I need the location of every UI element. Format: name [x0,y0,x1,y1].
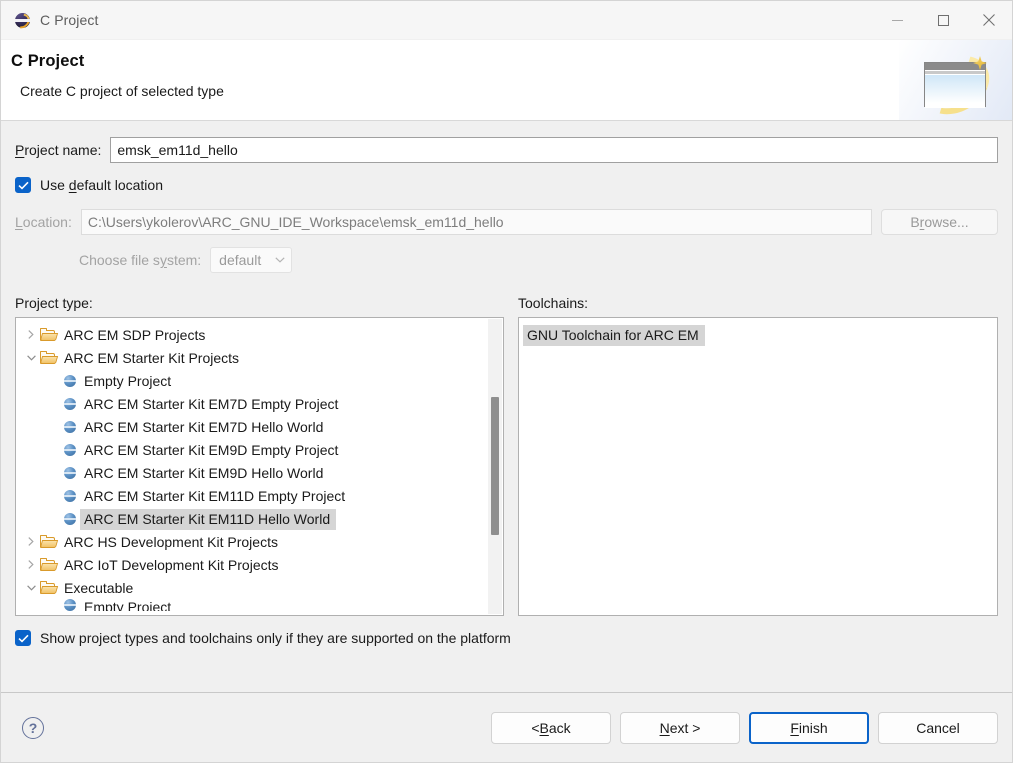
c-project-dialog: C Project C Project Create C project of … [0,0,1013,763]
file-system-dropdown[interactable]: default [210,247,292,273]
chevron-down-icon[interactable] [22,585,40,591]
project-dot-icon [64,444,76,456]
project-type-scrollbar[interactable] [488,319,502,614]
footer-buttons: < Back Next > Finish Cancel [491,712,998,744]
tree-row[interactable]: Executable [16,576,503,599]
tree-item-label: Empty Project [84,373,171,389]
toolchain-label-selected: GNU Toolchain for ARC EM [523,325,705,346]
location-label: Location: [15,214,72,230]
maximize-icon[interactable] [920,1,966,40]
project-dot-icon [64,467,76,479]
project-dot-icon [64,421,76,433]
show-supported-label: Show project types and toolchains only i… [40,630,511,646]
toolchain-row[interactable]: GNU Toolchain for ARC EM [519,323,997,346]
tree-item-label: Empty Project [84,599,171,611]
tree-row[interactable]: ARC EM SDP Projects [16,323,503,346]
title-bar: C Project [1,1,1012,40]
folder-icon [40,581,57,595]
window-controls [874,1,1012,40]
project-name-input[interactable]: emsk_em11d_hello [110,137,998,163]
tree-item-label: Executable [64,580,133,596]
file-system-label: Choose file system: [79,252,201,268]
page-title: C Project [11,52,1012,71]
project-type-tree[interactable]: ARC EM SDP Projects ARC EM Starter Kit Pr… [16,318,503,615]
use-default-location-checkbox[interactable] [15,177,31,193]
scrollbar-thumb[interactable] [491,397,499,535]
project-name-row: Project name: emsk_em11d_hello [15,137,998,163]
project-type-label: Project type: [15,295,504,311]
project-dot-icon [64,513,76,525]
project-dot-icon [64,375,76,387]
title-bar-left: C Project [1,12,98,29]
tree-row[interactable]: Empty Project [16,599,503,611]
cancel-button[interactable]: Cancel [878,712,998,744]
location-input[interactable]: C:\Users\ykolerov\ARC_GNU_IDE_Workspace\… [81,209,872,235]
chevron-down-icon [275,255,285,266]
new-c-project-banner-icon [899,40,1012,121]
tree-item-label: ARC EM Starter Kit EM11D Empty Project [84,488,345,504]
tree-item-label: ARC HS Development Kit Projects [64,534,278,550]
tree-row[interactable]: ARC EM Starter Kit EM11D Empty Project [16,484,503,507]
folder-icon [40,535,57,549]
file-system-row: Choose file system: default [15,247,998,273]
toolchains-label: Toolchains: [518,295,998,311]
chevron-right-icon[interactable] [22,330,40,339]
tree-item-label: ARC EM Starter Kit EM9D Hello World [84,465,323,481]
location-row: Location: C:\Users\ykolerov\ARC_GNU_IDE_… [15,209,998,235]
help-icon[interactable]: ? [22,717,44,739]
use-default-location-row[interactable]: Use default location [15,177,998,193]
tree-row[interactable]: ARC EM Starter Kit EM11D Hello World [16,507,503,530]
project-dot-icon [64,398,76,410]
folder-icon [40,328,57,342]
browse-button-wrap: Browse... [881,209,998,235]
browse-button[interactable]: Browse... [881,209,998,235]
tree-item-label: ARC EM Starter Kit Projects [64,350,239,366]
folder-icon [40,351,57,365]
back-button[interactable]: < Back [491,712,611,744]
tree-row[interactable]: ARC EM Starter Kit Projects [16,346,503,369]
tree-item-label-selected: ARC EM Starter Kit EM11D Hello World [80,509,336,530]
folder-icon [40,558,57,572]
next-button[interactable]: Next > [620,712,740,744]
finish-button[interactable]: Finish [749,712,869,744]
window-title: C Project [40,12,98,28]
project-type-panel: Project type: ARC EM SDP ProjectsARC EM … [15,295,504,616]
project-dot-icon [64,599,76,611]
chevron-down-icon[interactable] [22,355,40,361]
tree-row[interactable]: ARC EM Starter Kit EM9D Empty Project [16,438,503,461]
selection-panels: Project type: ARC EM SDP ProjectsARC EM … [15,295,998,616]
toolchains-box: GNU Toolchain for ARC EM [518,317,998,616]
tree-item-label: ARC EM Starter Kit EM7D Empty Project [84,396,338,412]
chevron-right-icon[interactable] [22,537,40,546]
toolchains-list[interactable]: GNU Toolchain for ARC EM [519,318,997,346]
toolchains-panel: Toolchains: GNU Toolchain for ARC EM [518,295,998,616]
page-description: Create C project of selected type [20,83,1012,99]
eclipse-icon [14,12,31,29]
tree-item-label: ARC EM Starter Kit EM7D Hello World [84,419,323,435]
tree-row[interactable]: Empty Project [16,369,503,392]
file-system-value: default [219,252,261,268]
chevron-right-icon[interactable] [22,560,40,569]
tree-row[interactable]: ARC EM Starter Kit EM9D Hello World [16,461,503,484]
project-dot-icon [64,490,76,502]
tree-item-label: ARC EM Starter Kit EM9D Empty Project [84,442,338,458]
show-supported-row[interactable]: Show project types and toolchains only i… [15,630,998,646]
dialog-footer: ? < Back Next > Finish Cancel [1,692,1012,762]
tree-item-label: ARC IoT Development Kit Projects [64,557,279,573]
project-type-box: ARC EM SDP Projects ARC EM Starter Kit Pr… [15,317,504,616]
show-supported-checkbox[interactable] [15,630,31,646]
tree-item-label: ARC EM SDP Projects [64,327,205,343]
close-icon[interactable] [966,1,1012,40]
tree-row[interactable]: ARC HS Development Kit Projects [16,530,503,553]
project-name-label: Project name: [15,142,101,158]
tree-row[interactable]: ARC EM Starter Kit EM7D Empty Project [16,392,503,415]
use-default-location-label: Use default location [40,177,163,193]
dialog-body: Project name: emsk_em11d_hello Use defau… [1,121,1012,692]
minimize-icon[interactable] [874,1,920,40]
tree-row[interactable]: ARC IoT Development Kit Projects [16,553,503,576]
wizard-header: C Project Create C project of selected t… [1,40,1012,121]
tree-row[interactable]: ARC EM Starter Kit EM7D Hello World [16,415,503,438]
